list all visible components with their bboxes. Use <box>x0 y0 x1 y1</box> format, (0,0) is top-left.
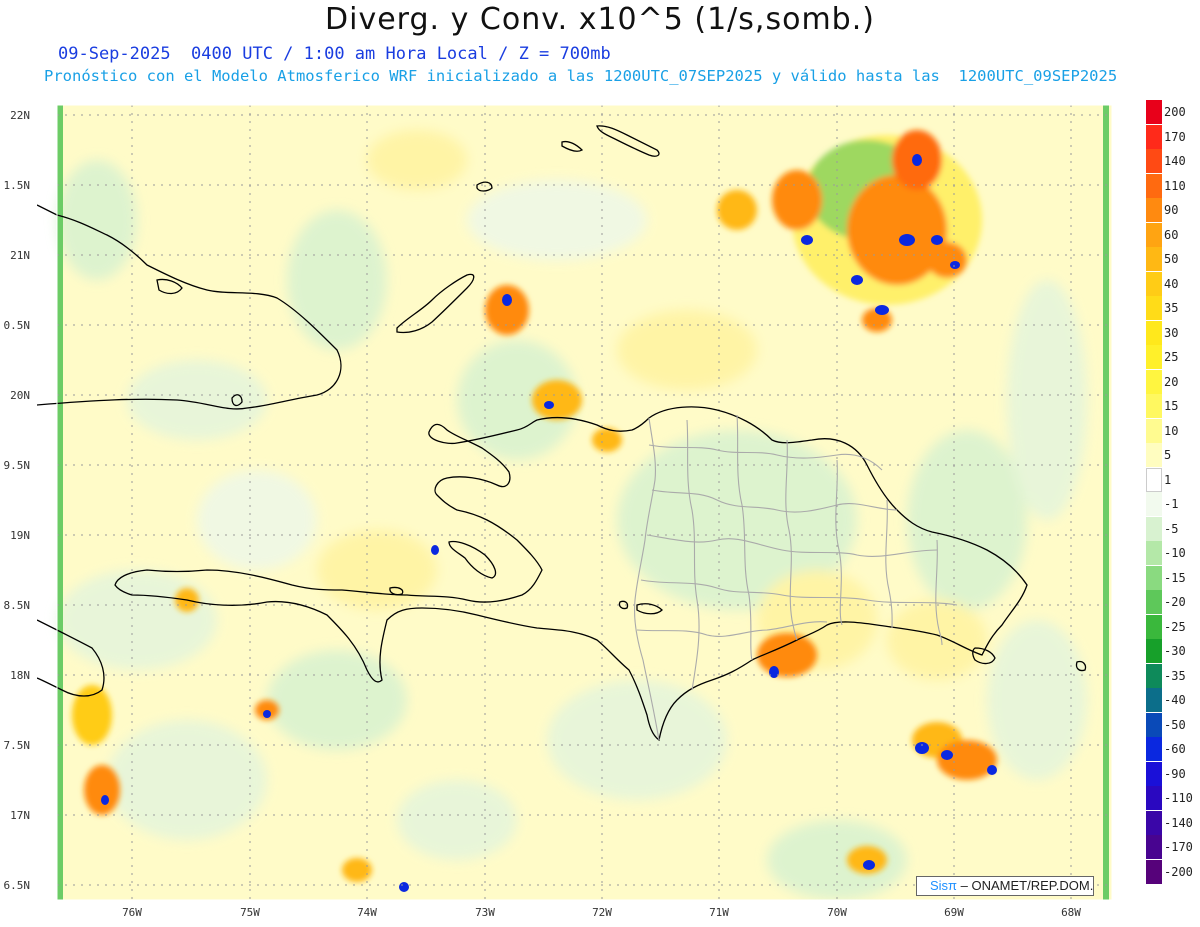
colorbar-swatch <box>1146 320 1162 345</box>
colorbar-label: -25 <box>1164 619 1186 634</box>
colorbar-label: 10 <box>1164 423 1179 438</box>
lat-label: 0.5N <box>3 319 31 332</box>
colorbar-label: 170 <box>1164 129 1186 144</box>
colorbar-swatch <box>1146 688 1162 712</box>
lon-label: 73W <box>475 906 495 919</box>
colorbar-label: -5 <box>1164 521 1179 536</box>
lon-label: 74W <box>357 906 377 919</box>
colorbar-label: -140 <box>1164 815 1193 830</box>
colorbar-label: 200 <box>1164 105 1186 119</box>
colorbar-swatch <box>1146 296 1162 320</box>
lat-label: 22N <box>10 109 30 122</box>
colorbar-swatch <box>1146 100 1162 124</box>
colorbar-label: -200 <box>1164 864 1193 879</box>
colorbar-swatch <box>1146 810 1162 835</box>
sispi-logo: Sisπ <box>930 878 958 893</box>
colorbar-label: 20 <box>1164 374 1179 389</box>
lat-label: 7.5N <box>3 739 31 752</box>
lon-label: 70W <box>827 906 847 919</box>
lat-label: 17N <box>10 809 30 822</box>
lat-label: 20N <box>10 389 30 402</box>
colorbar-label: -60 <box>1164 742 1186 756</box>
colorbar-label: 30 <box>1164 325 1179 340</box>
colorbar-swatch <box>1146 443 1162 467</box>
colorbar-swatch <box>1146 663 1162 688</box>
colorbar-label: -35 <box>1164 668 1186 683</box>
colorbar-label: -170 <box>1164 840 1193 854</box>
lon-label: 75W <box>240 906 260 919</box>
colorbar-swatch <box>1146 149 1162 173</box>
divergence-map <box>37 104 1113 900</box>
credit-text: – ONAMET/REP.DOM. <box>960 878 1094 893</box>
colorbar-swatch <box>1146 786 1162 810</box>
model-run-subtitle: Pronóstico con el Modelo Atmosferico WRF… <box>44 67 1118 85</box>
colorbar-label: -1 <box>1164 497 1179 511</box>
colorbar-swatch <box>1146 222 1162 247</box>
colorbar-swatch <box>1146 124 1162 149</box>
lon-label: 68W <box>1061 906 1081 919</box>
colorbar-swatch <box>1146 173 1162 198</box>
colorbar-label: -110 <box>1164 791 1193 805</box>
colorbar-swatch <box>1146 737 1162 761</box>
colorbar-label: 5 <box>1164 448 1172 462</box>
colorbar-label: 60 <box>1164 227 1179 242</box>
lat-label: 1.5N <box>3 179 31 192</box>
colorbar-label: -90 <box>1164 766 1186 781</box>
colorbar-swatch <box>1146 271 1162 296</box>
colorbar-swatch <box>1146 835 1162 859</box>
colorbar-label: 1 <box>1164 472 1172 487</box>
field-shading <box>57 105 1112 900</box>
lat-label: 9.5N <box>3 459 31 472</box>
colorbar-label: 50 <box>1164 252 1179 266</box>
colorbar-label: -50 <box>1164 717 1186 732</box>
colorbar-label: 25 <box>1164 350 1179 364</box>
colorbar-swatch <box>1146 541 1162 565</box>
colorbar-swatch <box>1146 345 1162 369</box>
lat-label: 19N <box>10 529 30 542</box>
colorbar-label: 110 <box>1164 178 1186 193</box>
colorbar-label: -20 <box>1164 595 1186 609</box>
colorbar-label: 140 <box>1164 154 1186 168</box>
colorbar-swatch <box>1146 565 1162 590</box>
colorbar-swatch <box>1146 761 1162 786</box>
colorbar-label: 15 <box>1164 399 1179 413</box>
colorbar-swatch <box>1146 590 1162 614</box>
valid-time-subtitle: 09-Sep-2025 0400 UTC / 1:00 am Hora Loca… <box>58 44 611 64</box>
colorbar-label: 35 <box>1164 301 1179 315</box>
colorbar-label: -15 <box>1164 570 1186 585</box>
colorbar-swatch <box>1146 418 1162 443</box>
colorbar-swatch <box>1146 516 1162 541</box>
colorbar-swatch <box>1146 614 1162 639</box>
map-title: Diverg. y Conv. x10^5 (1/s,somb.) <box>325 2 875 37</box>
colorbar-swatch <box>1146 247 1162 271</box>
lon-label: 72W <box>592 906 612 919</box>
colorbar-label: -30 <box>1164 644 1186 658</box>
colorbar-label: 90 <box>1164 203 1179 217</box>
lon-label: 76W <box>122 906 142 919</box>
colorbar-swatch <box>1146 492 1162 516</box>
colorbar-label: 40 <box>1164 276 1179 291</box>
lon-label: 71W <box>709 906 729 919</box>
credit-box: Sisπ – ONAMET/REP.DOM. <box>916 876 1094 896</box>
colorbar-label: -10 <box>1164 546 1186 560</box>
lat-label: 18N <box>10 669 30 682</box>
colorbar-label: -40 <box>1164 693 1186 707</box>
lat-label: 8.5N <box>3 599 31 612</box>
colorbar-swatch <box>1146 369 1162 394</box>
colorbar-swatch <box>1146 712 1162 737</box>
colorbar-swatch <box>1146 198 1162 222</box>
colorbar-swatch <box>1146 467 1162 492</box>
colorbar-swatch <box>1146 639 1162 663</box>
colorbar-swatch <box>1146 394 1162 418</box>
lat-label: 21N <box>10 249 30 262</box>
lat-label: 6.5N <box>3 879 31 892</box>
colorbar-swatch <box>1146 859 1162 884</box>
lon-label: 69W <box>944 906 964 919</box>
